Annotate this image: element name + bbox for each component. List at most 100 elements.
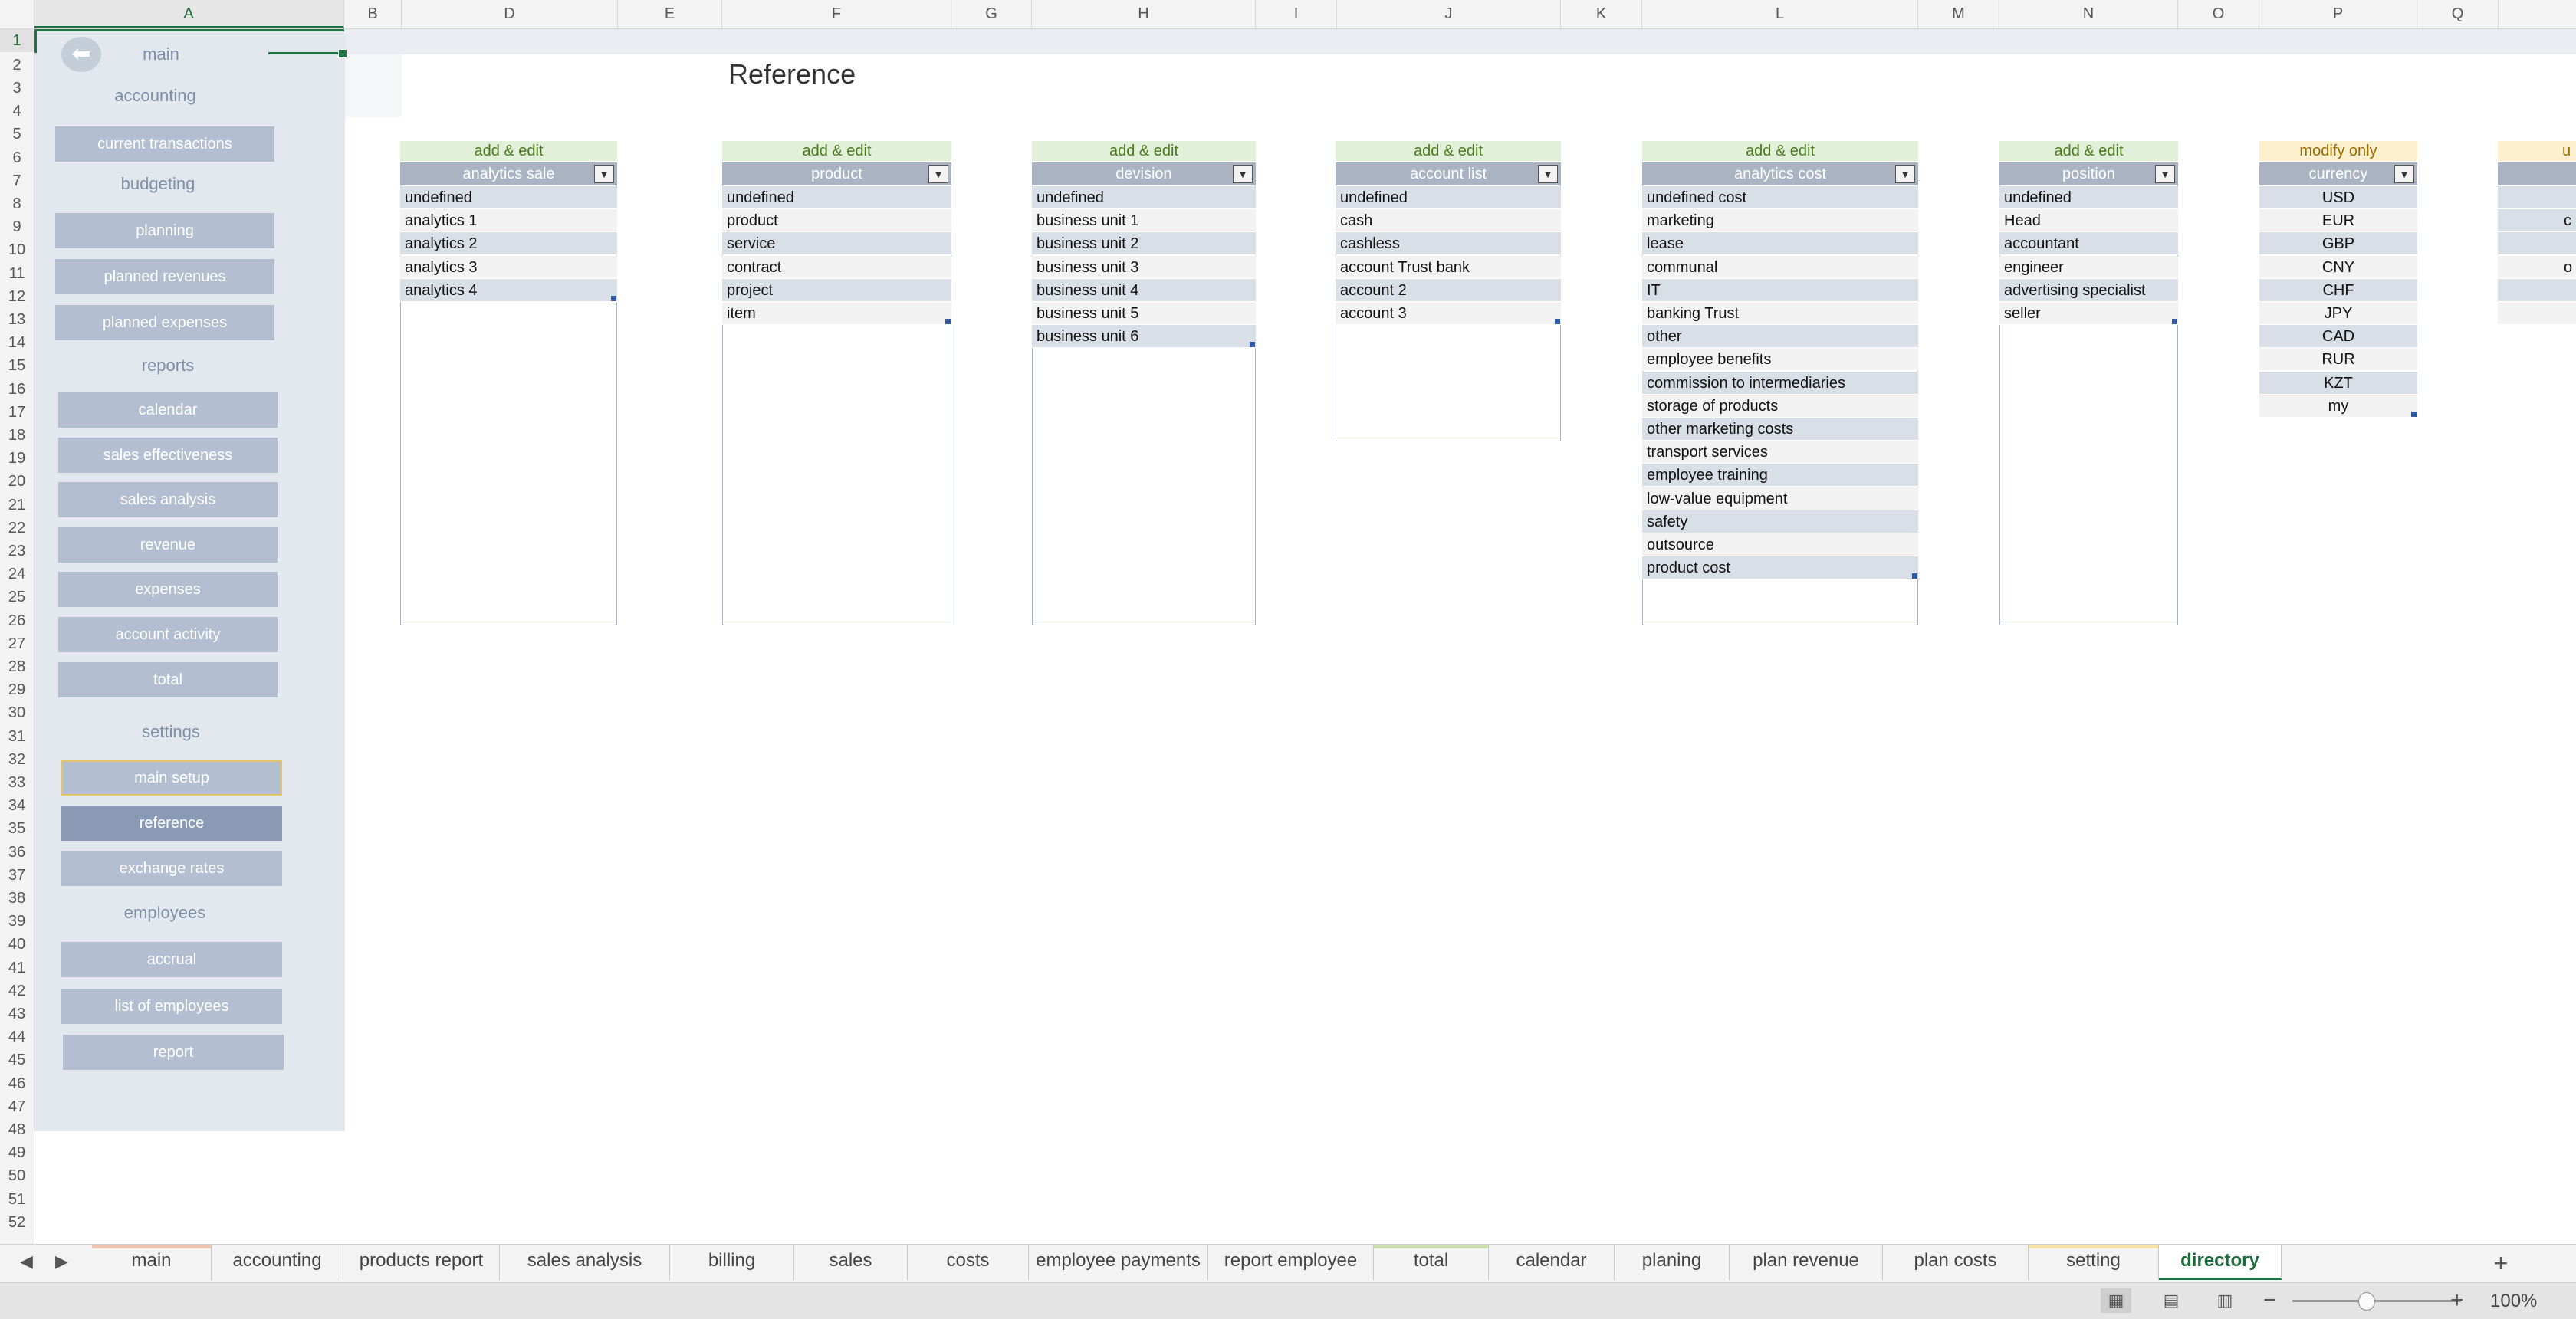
column-header-O[interactable]: O [2178, 0, 2259, 28]
normal-view-icon[interactable]: ▦ [2101, 1288, 2131, 1313]
row-header[interactable]: 45 [0, 1048, 34, 1071]
zoom-in-icon[interactable]: + [2450, 1288, 2464, 1314]
sheet-tab[interactable]: accounting [212, 1245, 343, 1280]
column-header-A[interactable]: A [34, 0, 344, 28]
row-header[interactable]: 52 [0, 1211, 34, 1234]
sheet-tab[interactable]: main [92, 1245, 212, 1280]
table-row[interactable]: account 3 [1336, 302, 1561, 325]
table-row[interactable]: business unit 3 [1032, 255, 1256, 279]
main-setup-button[interactable]: main setup [61, 760, 282, 796]
table-row[interactable]: undefined [1999, 186, 2178, 209]
table-row[interactable]: account 2 [1336, 278, 1561, 302]
row-header[interactable]: 30 [0, 701, 34, 724]
zoom-slider[interactable] [2292, 1300, 2461, 1302]
table-row[interactable]: outsource [1642, 533, 1918, 556]
column-header-P[interactable]: P [2259, 0, 2417, 28]
table-row[interactable]: KZT [2259, 371, 2417, 395]
row-header[interactable]: 4 [0, 100, 34, 123]
page-layout-icon[interactable]: ▤ [2156, 1288, 2187, 1313]
row-header[interactable]: 41 [0, 956, 34, 979]
table-row[interactable]: undefined [722, 186, 951, 209]
table-row[interactable]: IT [1642, 278, 1918, 302]
row-header[interactable]: 12 [0, 285, 34, 308]
row-header[interactable]: 27 [0, 632, 34, 655]
sheet-tab[interactable]: sales [794, 1245, 908, 1280]
row-header[interactable]: 34 [0, 794, 34, 817]
table-resize-handle[interactable] [1555, 319, 1560, 325]
table-row[interactable]: business unit 1 [1032, 209, 1256, 233]
column-header-F[interactable]: F [722, 0, 951, 28]
column-header-E[interactable]: E [618, 0, 722, 28]
sheet-tab[interactable]: costs [908, 1245, 1029, 1280]
table-row[interactable] [2498, 278, 2576, 302]
row-header[interactable]: 6 [0, 146, 34, 169]
table-row[interactable]: service [722, 232, 951, 256]
table-row[interactable]: analytics 1 [400, 209, 617, 233]
column-header-H[interactable]: H [1032, 0, 1256, 28]
table-resize-handle[interactable] [611, 296, 616, 301]
table-row[interactable]: seller [1999, 302, 2178, 325]
expenses-button[interactable]: expenses [58, 572, 278, 607]
accrual-button[interactable]: accrual [61, 942, 282, 977]
table-row[interactable]: business unit 2 [1032, 232, 1256, 256]
table-resize-handle[interactable] [1912, 573, 1917, 579]
row-header[interactable]: 37 [0, 864, 34, 887]
table-row[interactable]: JPY [2259, 302, 2417, 325]
table-row[interactable]: undefined [1336, 186, 1561, 209]
row-header[interactable]: 43 [0, 1002, 34, 1025]
table-row[interactable]: business unit 5 [1032, 302, 1256, 325]
row-header[interactable]: 10 [0, 238, 34, 261]
table-row[interactable]: transport services [1642, 441, 1918, 464]
calendar-button[interactable]: calendar [58, 392, 278, 428]
table-row[interactable]: RUR [2259, 348, 2417, 372]
table-row[interactable]: accountant [1999, 232, 2178, 256]
table-row[interactable]: employee training [1642, 464, 1918, 487]
back-button[interactable]: ⬅ [61, 37, 101, 72]
sheet-tab[interactable]: total [1374, 1245, 1489, 1280]
table-row[interactable]: contract [722, 255, 951, 279]
sales-effectiveness-button[interactable]: sales effectiveness [58, 438, 278, 473]
table-row[interactable]: analytics 4 [400, 278, 617, 302]
list-of-employees-button[interactable]: list of employees [61, 989, 282, 1024]
table-row[interactable]: undefined [1032, 186, 1256, 209]
row-header[interactable]: 7 [0, 169, 34, 192]
table-row[interactable] [2498, 302, 2576, 325]
row-header[interactable]: 19 [0, 447, 34, 470]
reference-button[interactable]: reference [61, 806, 282, 841]
table-row[interactable]: CNY [2259, 255, 2417, 279]
exchange-rates-button[interactable]: exchange rates [61, 851, 282, 886]
table-row[interactable]: employee benefits [1642, 348, 1918, 372]
selection-fill-handle[interactable] [338, 49, 347, 58]
table-row[interactable]: lease [1642, 232, 1918, 256]
table-row[interactable]: EUR [2259, 209, 2417, 233]
zoom-out-icon[interactable]: − [2263, 1288, 2277, 1314]
row-header[interactable]: 25 [0, 586, 34, 609]
column-header-G[interactable]: G [951, 0, 1032, 28]
table-resize-handle[interactable] [1250, 342, 1255, 348]
sheet-tab[interactable]: employee payments [1029, 1245, 1208, 1280]
revenue-button[interactable]: revenue [58, 527, 278, 563]
zoom-level[interactable]: 100% [2490, 1291, 2537, 1312]
sheet-tab[interactable]: directory [2159, 1245, 2282, 1280]
row-header[interactable]: 39 [0, 910, 34, 933]
table-row[interactable]: product cost [1642, 556, 1918, 580]
row-header[interactable]: 23 [0, 540, 34, 563]
row-header[interactable]: 13 [0, 308, 34, 331]
page-break-icon[interactable]: ▥ [2210, 1288, 2240, 1313]
account-activity-button[interactable]: account activity [58, 617, 278, 652]
row-header[interactable]: 14 [0, 331, 34, 354]
row-header[interactable]: 20 [0, 470, 34, 493]
planning-button[interactable]: planning [55, 213, 274, 248]
table-row[interactable]: project [722, 278, 951, 302]
report-button[interactable]: report [63, 1035, 284, 1070]
column-header-J[interactable]: J [1337, 0, 1561, 28]
table-row[interactable]: banking Trust [1642, 302, 1918, 325]
row-header[interactable]: 31 [0, 725, 34, 748]
table-row[interactable]: safety [1642, 510, 1918, 533]
scroll-left-icon[interactable]: ◀ [20, 1252, 33, 1271]
table-row[interactable]: o [2498, 255, 2576, 279]
table-resize-handle[interactable] [2411, 412, 2417, 417]
table-row[interactable]: product [722, 209, 951, 233]
table-row[interactable]: analytics 3 [400, 255, 617, 279]
table-row[interactable]: other [1642, 325, 1918, 349]
